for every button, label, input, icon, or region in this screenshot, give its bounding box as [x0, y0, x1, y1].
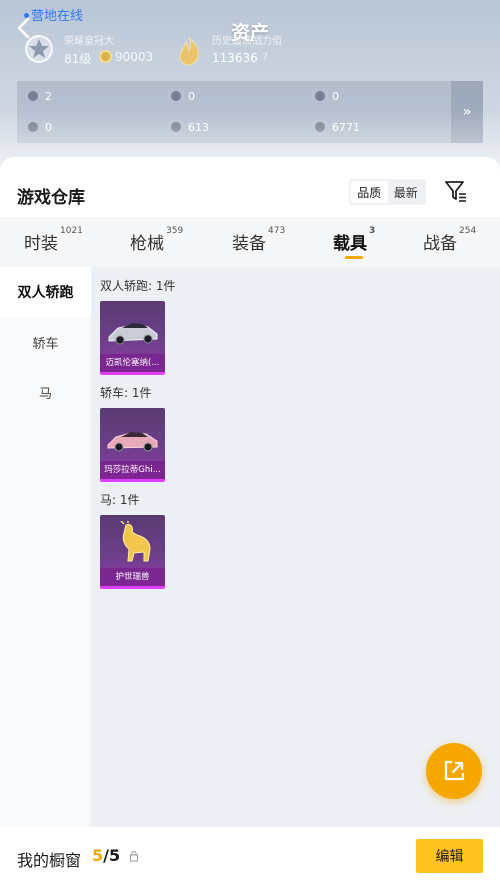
- group-title: 双人轿跑: 1件: [100, 279, 176, 293]
- item-card[interactable]: 护世瑞兽: [100, 515, 165, 589]
- showcase-label: 我的橱窗: [17, 851, 82, 870]
- edit-button[interactable]: 编辑: [416, 839, 483, 873]
- sort-latest-button[interactable]: 最新: [388, 181, 425, 203]
- stat-item: 6771: [314, 118, 360, 136]
- warehouse-title: 游戏仓库: [17, 188, 85, 208]
- tab-vehicles[interactable]: 载具3: [333, 226, 375, 259]
- share-button[interactable]: [426, 743, 482, 799]
- sort-toggle: 品质 最新: [349, 179, 426, 205]
- tab-equipment[interactable]: 装备473: [232, 226, 285, 259]
- stat-icon: [314, 90, 326, 102]
- vehicle-type-sidebar: 双人轿跑 轿车 马: [0, 267, 91, 827]
- stat-item: 0: [27, 118, 52, 136]
- rank-emblem-icon: [25, 35, 53, 63]
- sidebar-item-sedan[interactable]: 轿车: [0, 317, 91, 367]
- sort-quality-button[interactable]: 品质: [351, 181, 388, 203]
- help-icon[interactable]: ?: [262, 51, 268, 64]
- lock-icon: [130, 851, 138, 862]
- player-level: 81级: [64, 52, 92, 66]
- item-card[interactable]: 玛莎拉蒂Ghi...: [100, 408, 165, 482]
- coin-value: 90003: [115, 50, 154, 64]
- stat-item: 0: [170, 87, 195, 105]
- stat-icon: [170, 90, 182, 102]
- share-export-icon: [444, 760, 465, 781]
- stats-panel: 2 0 0 0 613 6771 »: [17, 81, 483, 143]
- showcase-count: 5/5: [92, 846, 121, 865]
- tab-battle-prep[interactable]: 战备254: [423, 226, 476, 259]
- stat-item: 2: [27, 87, 52, 105]
- sidebar-item-horse[interactable]: 马: [0, 367, 91, 417]
- sidebar-item-coupe[interactable]: 双人轿跑: [0, 267, 91, 317]
- active-tab-indicator: [345, 256, 363, 259]
- stat-icon: [27, 90, 39, 102]
- category-tabs: 时装1021 枪械359 装备473 载具3 战备254: [0, 217, 500, 267]
- warehouse-sheet: 游戏仓库 品质 最新 时装1021 枪械359 装备473 载具3 战备254 …: [0, 157, 500, 885]
- sports-car-image: [108, 323, 158, 345]
- item-name: 护世瑞兽: [100, 568, 165, 586]
- item-name: 迈凯伦塞纳(...: [100, 354, 165, 372]
- coin-icon: [99, 50, 112, 63]
- stat-icon: [170, 121, 182, 133]
- stat-icon: [27, 121, 39, 133]
- stat-item: 0: [314, 87, 339, 105]
- asset-header: 营地在线 资产 荣耀皇冠大 81级 90003 历史最高战力值 113636 ?…: [0, 0, 500, 170]
- stats-more-button[interactable]: »: [451, 81, 483, 143]
- golden-beast-image: [120, 521, 151, 562]
- tab-fashion[interactable]: 时装1021: [24, 226, 83, 259]
- sedan-car-image: [107, 432, 158, 452]
- power-caption: 历史最高战力值: [212, 36, 282, 47]
- stat-item: 613: [170, 118, 209, 136]
- group-title: 轿车: 1件: [100, 386, 152, 400]
- group-title: 马: 1件: [100, 493, 140, 507]
- rank-caption: 荣耀皇冠大: [64, 36, 114, 47]
- item-card[interactable]: 迈凯伦塞纳(...: [100, 301, 165, 375]
- showcase-bar: 我的橱窗 5/5 编辑: [0, 828, 500, 885]
- item-list: 双人轿跑: 1件 迈凯伦塞纳(... 轿车: 1件 玛莎拉蒂Ghi... 马: …: [91, 267, 500, 827]
- item-name: 玛莎拉蒂Ghi...: [100, 461, 165, 479]
- power-flame-icon: [179, 36, 199, 66]
- filter-icon[interactable]: [444, 179, 468, 203]
- power-value: 113636: [212, 51, 258, 65]
- tab-weapons[interactable]: 枪械359: [130, 226, 183, 259]
- stat-icon: [314, 121, 326, 133]
